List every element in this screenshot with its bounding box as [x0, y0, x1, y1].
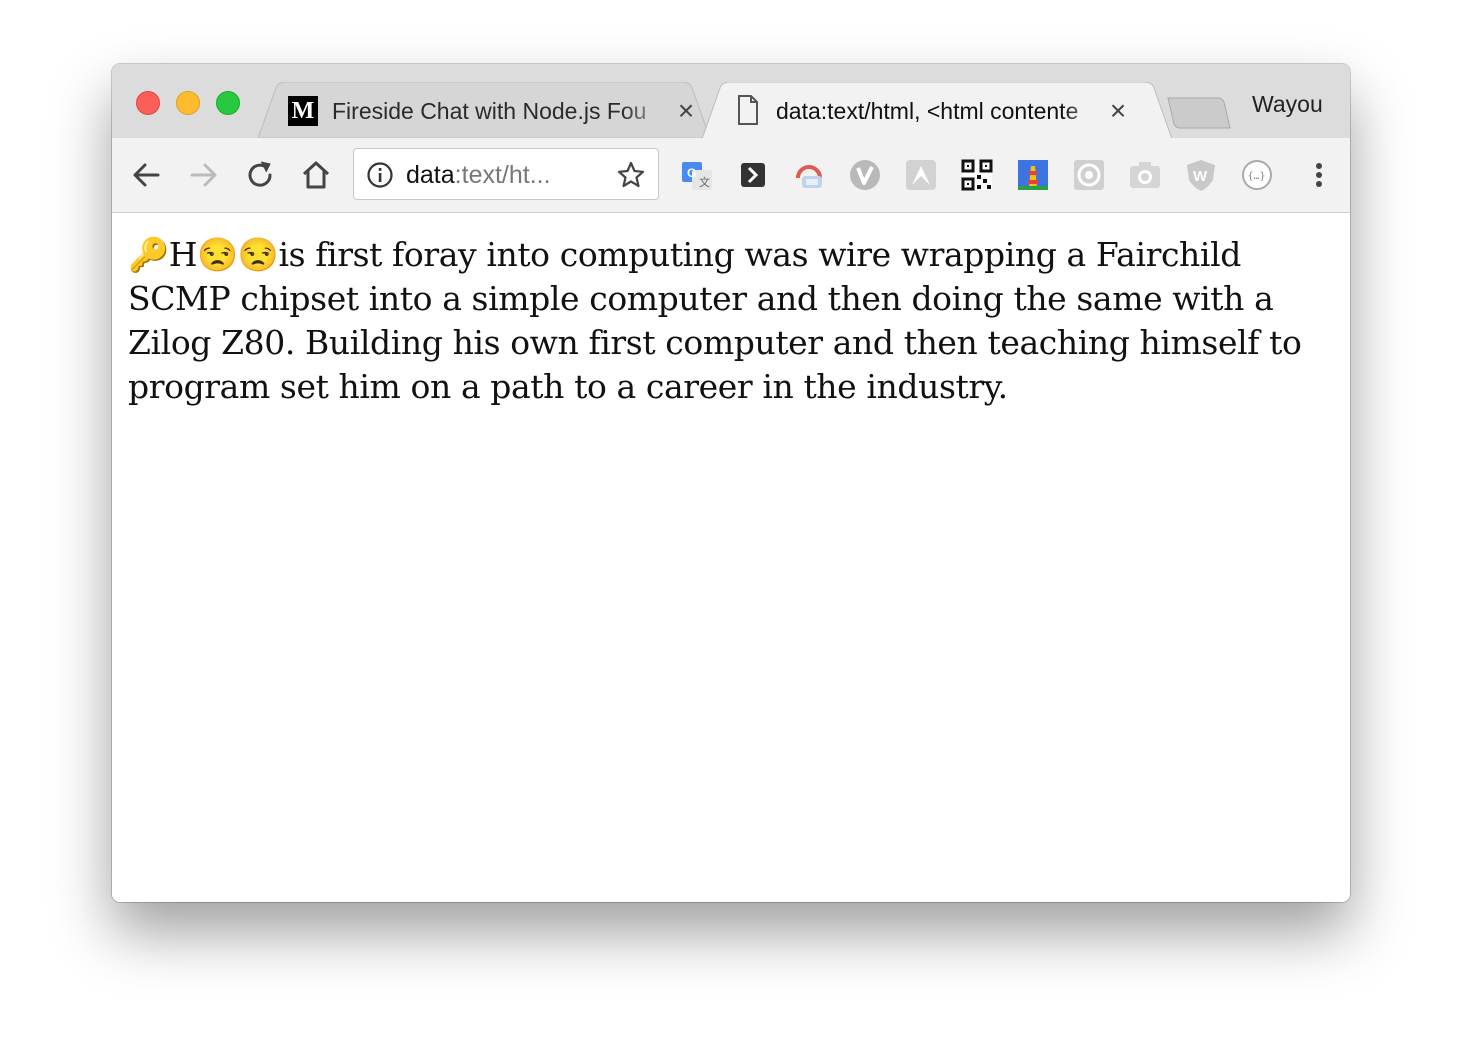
- vimium-icon[interactable]: [848, 158, 882, 192]
- tab-data-url[interactable]: data:text/html, <html contente ×: [702, 82, 1172, 138]
- title-bar: M Fireside Chat with Node.js Fou × data:…: [112, 64, 1350, 139]
- toolbar: data:text/ht... G 文 W {…}: [112, 138, 1350, 213]
- cloud-sync-icon[interactable]: [792, 158, 826, 192]
- qr-code-icon[interactable]: [960, 158, 994, 192]
- window-minimize-button[interactable]: [176, 91, 200, 115]
- profile-name[interactable]: Wayou: [1252, 88, 1323, 120]
- tab-fireside-chat[interactable]: M Fireside Chat with Node.js Fou ×: [258, 82, 710, 138]
- arrow-up-extension-icon[interactable]: [904, 158, 938, 192]
- tab-title: data:text/html, <html contente: [776, 95, 1112, 127]
- lighthouse-icon[interactable]: [1016, 158, 1050, 192]
- url-text: data:text/ht...: [406, 161, 551, 189]
- medium-logo-icon: M: [288, 96, 318, 126]
- svg-text:文: 文: [699, 175, 710, 189]
- back-arrow-icon[interactable]: [130, 158, 164, 192]
- svg-text:G: G: [687, 166, 696, 180]
- w-shield-icon[interactable]: W: [1184, 158, 1218, 192]
- reload-icon[interactable]: [243, 158, 277, 192]
- forward-arrow-icon[interactable]: [186, 158, 220, 192]
- new-tab-button[interactable]: [1166, 96, 1232, 130]
- browser-window: M Fireside Chat with Node.js Fou × data:…: [112, 64, 1350, 902]
- json-viewer-icon[interactable]: {…}: [1240, 158, 1274, 192]
- pushbullet-icon[interactable]: [736, 158, 770, 192]
- document-icon: [738, 95, 758, 125]
- window-close-button[interactable]: [136, 91, 160, 115]
- window-maximize-button[interactable]: [216, 91, 240, 115]
- home-icon[interactable]: [299, 158, 333, 192]
- more-menu-icon[interactable]: [1302, 158, 1336, 192]
- tab-close-icon[interactable]: ×: [1104, 95, 1132, 127]
- page-content: 🔑H😒😒is first foray into computing was wi…: [112, 213, 1350, 902]
- bookmark-star-icon[interactable]: [616, 160, 646, 190]
- camera-icon[interactable]: [1128, 158, 1162, 192]
- address-bar[interactable]: data:text/ht...: [353, 148, 659, 200]
- page-paragraph: 🔑H😒😒is first foray into computing was wi…: [128, 235, 1302, 406]
- svg-text:W: W: [1193, 168, 1208, 185]
- chrome-ext-grey-icon[interactable]: [1072, 158, 1106, 192]
- tab-close-icon[interactable]: ×: [672, 95, 700, 127]
- svg-text:{…}: {…}: [1248, 171, 1266, 182]
- google-translate-icon[interactable]: G 文: [680, 158, 714, 192]
- tab-title: Fireside Chat with Node.js Fou: [332, 95, 672, 127]
- info-icon[interactable]: [366, 161, 394, 189]
